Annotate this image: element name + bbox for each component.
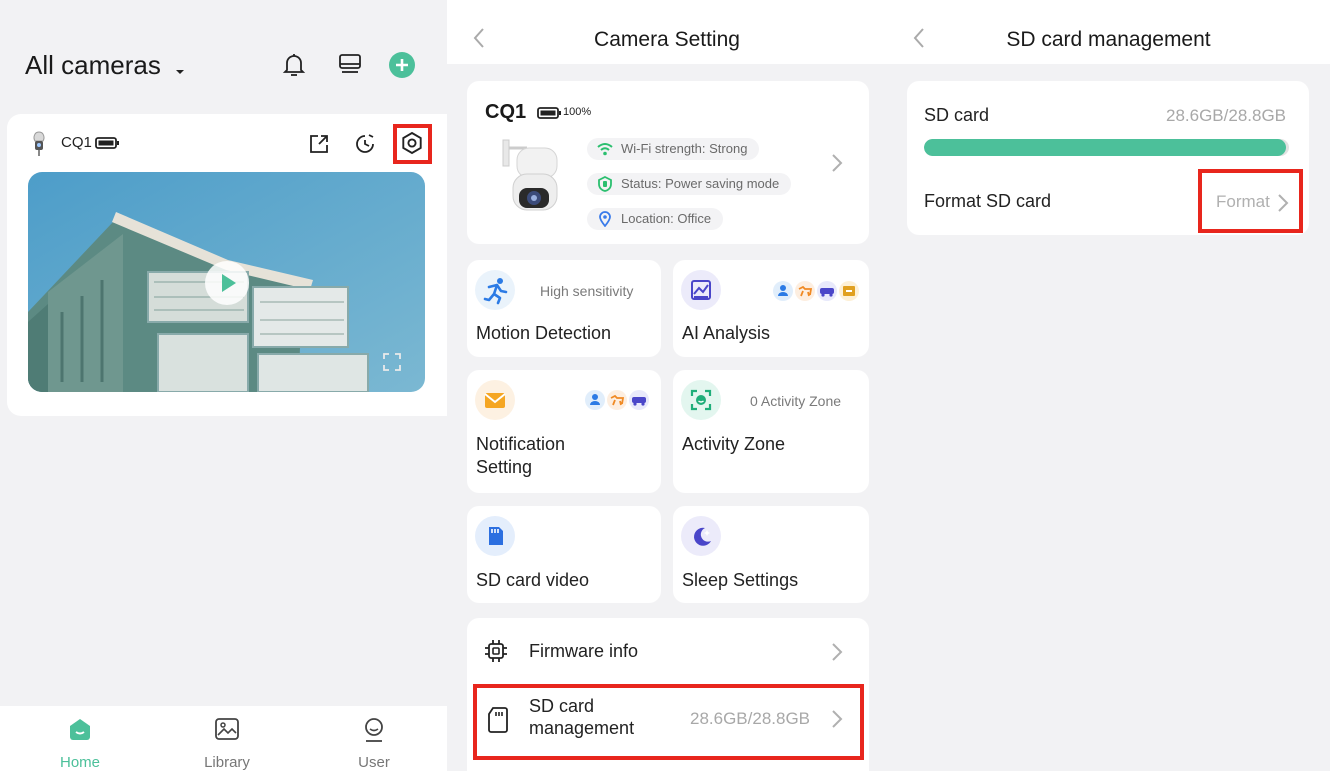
highlight-settings (393, 124, 432, 164)
activity-zone-count: 0 Activity Zone (750, 393, 842, 409)
location-pin-icon (599, 211, 611, 227)
location-pill: Location: Office (587, 208, 724, 230)
sd-card-management-screen: SD card management SD card 28.6GB/28.8GB… (887, 0, 1330, 771)
chevron-right-icon (831, 153, 843, 178)
tab-home-label: Home (59, 754, 100, 771)
status-pill: Status: Power saving mode (587, 173, 792, 195)
notification-setting-label-line2: Setting (476, 457, 533, 477)
page-title: SD card management (1006, 28, 1211, 51)
history-icon[interactable] (353, 132, 377, 161)
camera-preview[interactable] (28, 172, 425, 392)
camera-card: CQ1 (7, 114, 447, 416)
bell-icon[interactable] (282, 51, 306, 84)
motion-detection-label: Motion Detection (476, 323, 612, 343)
motion-icon (475, 270, 515, 310)
moon-icon (681, 516, 721, 556)
battery-icon (537, 106, 563, 125)
status-text: Status: Power saving mode (621, 176, 780, 191)
sd-card-icon (475, 516, 515, 556)
tab-user[interactable]: User (334, 714, 414, 771)
page-title: All cameras (25, 50, 161, 80)
tile-motion-detection[interactable]: High sensitivity Motion Detection (467, 260, 661, 357)
home-screen: All cameras CQ1 Home Library User (0, 0, 447, 771)
activity-zone-label: Activity Zone (682, 434, 786, 454)
sd-card-label: SD card (924, 105, 990, 125)
device-info-card[interactable]: CQ1 100% Wi-Fi strength: Strong Status: … (467, 81, 869, 244)
ai-analysis-label: AI Analysis (682, 323, 771, 343)
camera-name: CQ1 (61, 134, 92, 151)
notification-category-icons (585, 390, 649, 415)
wifi-strength-text: Wi-Fi strength: Strong (621, 141, 748, 156)
home-header: All cameras (0, 0, 447, 100)
tile-sd-card-video[interactable]: SD card video (467, 506, 661, 603)
sleep-settings-label: Sleep Settings (682, 570, 799, 590)
highlight-sd-card-management (473, 684, 864, 760)
storage-progress-fill (924, 139, 1287, 156)
mail-icon (475, 380, 515, 420)
format-sd-card-label: Format SD card (924, 191, 1052, 211)
tile-ai-analysis[interactable]: AI Analysis (673, 260, 869, 357)
activity-zone-icon (681, 380, 721, 420)
sd-card-management-header: SD card management (887, 0, 1330, 64)
tile-notification-setting[interactable]: Notification Setting (467, 370, 661, 493)
sd-card-storage-value: 28.6GB/28.8GB (1166, 106, 1287, 125)
image-icon (214, 717, 240, 746)
tile-sleep-settings[interactable]: Sleep Settings (673, 506, 869, 603)
home-icon (68, 717, 92, 746)
multiview-icon[interactable] (337, 52, 363, 83)
tab-home[interactable]: Home (40, 714, 120, 771)
motion-sensitivity: High sensitivity (540, 283, 634, 299)
add-camera-icon[interactable] (389, 52, 415, 83)
sd-card-video-label: SD card video (476, 570, 590, 590)
notification-setting-label-line1: Notification (476, 434, 566, 454)
user-icon (362, 717, 386, 748)
caret-down-icon (174, 52, 186, 83)
tile-activity-zone[interactable]: 0 Activity Zone Activity Zone (673, 370, 869, 493)
location-text: Location: Office (621, 211, 712, 226)
status-shield-icon (598, 176, 612, 192)
storage-progress-bar (924, 139, 1289, 156)
device-name: CQ1 (485, 101, 527, 123)
tab-user-label: User (358, 754, 390, 771)
tab-library[interactable]: Library (187, 714, 267, 771)
camera-device-icon (30, 131, 48, 162)
camera-setting-header: Camera Setting (447, 0, 887, 64)
fullscreen-icon[interactable] (382, 352, 402, 377)
chevron-right-icon (831, 642, 843, 667)
camera-group-selector[interactable]: All cameras (25, 50, 186, 83)
camera-device-image (497, 138, 561, 225)
battery-level: 100% (563, 106, 592, 118)
play-icon[interactable] (204, 260, 250, 311)
chip-icon (483, 638, 509, 669)
wifi-icon (597, 143, 613, 156)
camera-setting-screen: Camera Setting CQ1 100% Wi-Fi strength: … (447, 0, 887, 771)
page-title: Camera Setting (594, 28, 740, 51)
share-icon[interactable] (307, 132, 331, 161)
bottom-tab-bar: Home Library User (0, 706, 447, 771)
battery-icon (95, 136, 121, 155)
firmware-info-label: Firmware info (529, 641, 639, 661)
wifi-strength-pill: Wi-Fi strength: Strong (587, 138, 760, 160)
firmware-info-row[interactable]: Firmware info (467, 618, 869, 684)
analytics-chart-icon (681, 270, 721, 310)
ai-category-icons (773, 281, 861, 306)
highlight-format-button (1198, 169, 1303, 233)
tab-library-label: Library (204, 754, 250, 771)
